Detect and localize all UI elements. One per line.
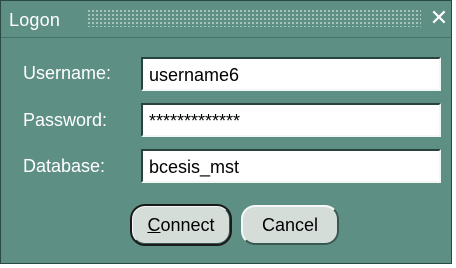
username-field[interactable]: username6	[141, 57, 441, 91]
title-grip-pattern	[87, 9, 421, 27]
dialog-title: Logon	[9, 10, 61, 30]
connect-button[interactable]: Connect	[130, 204, 232, 246]
database-label: Database:	[23, 156, 106, 176]
connect-mnemonic: C	[147, 215, 161, 235]
password-label: Password:	[23, 110, 108, 130]
connect-label: onnect	[160, 215, 215, 235]
database-field[interactable]: bcesis_mst	[141, 149, 441, 183]
cancel-button[interactable]: Cancel	[241, 205, 339, 245]
password-field[interactable]: *************	[141, 103, 441, 137]
title-bar[interactable]: Logon ✕	[1, 1, 451, 38]
close-icon[interactable]: ✕	[429, 7, 449, 29]
logon-dialog: Logon ✕ Username: username6 Password: **…	[0, 0, 452, 264]
username-label: Username:	[23, 63, 112, 83]
